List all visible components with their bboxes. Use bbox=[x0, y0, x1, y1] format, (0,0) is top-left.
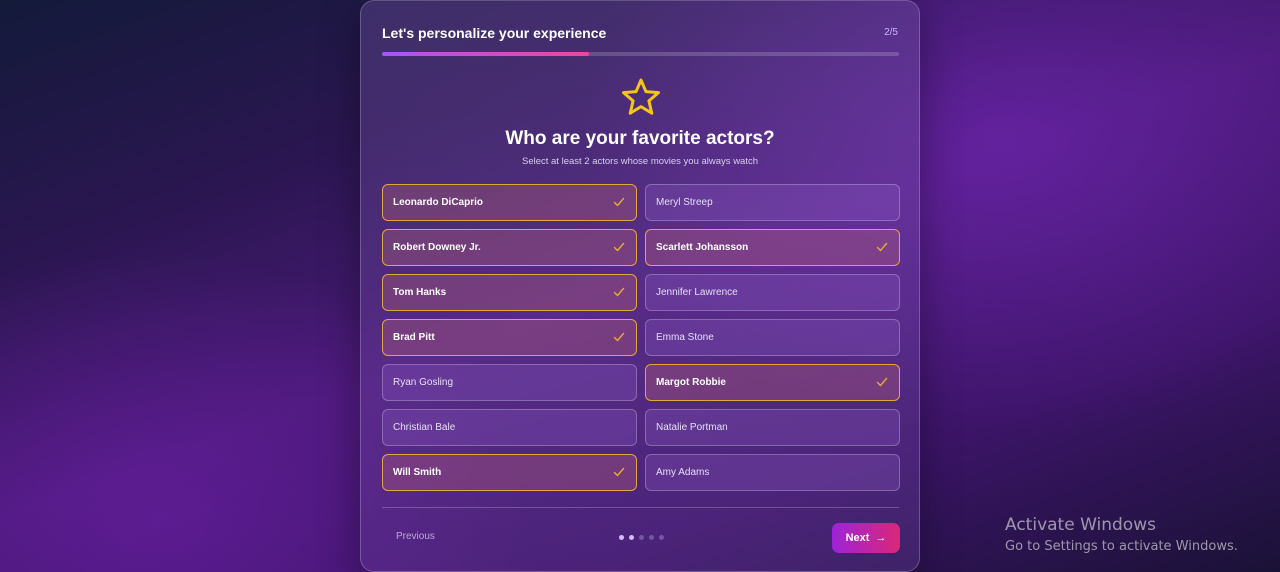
actor-option[interactable]: Scarlett Johansson bbox=[645, 229, 900, 266]
checkmark-icon bbox=[613, 197, 625, 207]
next-button-label: Next bbox=[845, 532, 870, 544]
step-counter: 2/5 bbox=[884, 27, 898, 38]
step-dots bbox=[619, 535, 664, 540]
actor-option[interactable]: Ryan Gosling bbox=[382, 364, 637, 401]
checkmark-icon bbox=[613, 332, 625, 342]
actor-option-label: Margot Robbie bbox=[656, 377, 726, 388]
actor-option[interactable]: Tom Hanks bbox=[382, 274, 637, 311]
actor-option-label: Tom Hanks bbox=[393, 287, 447, 298]
actor-options-grid: Leonardo DiCaprio Meryl Streep Robert Down… bbox=[382, 184, 900, 491]
footer-divider bbox=[382, 507, 899, 508]
actor-option[interactable]: Christian Bale bbox=[382, 409, 637, 446]
actor-option-label: Brad Pitt bbox=[393, 332, 435, 343]
actor-option-label: Meryl Streep bbox=[656, 197, 713, 208]
step-dot bbox=[649, 535, 654, 540]
actor-option-label: Jennifer Lawrence bbox=[656, 287, 738, 298]
checkmark-icon bbox=[876, 377, 888, 387]
watermark-title: Activate Windows bbox=[1005, 515, 1156, 535]
question-subtitle: Select at least 2 actors whose movies yo… bbox=[521, 156, 759, 167]
onboarding-card: Let's personalize your experience 2/5 Wh… bbox=[360, 0, 920, 572]
actor-option-label: Scarlett Johansson bbox=[656, 242, 749, 253]
arrow-right-icon: → bbox=[875, 532, 887, 544]
actor-option[interactable]: Will Smith bbox=[382, 454, 637, 491]
actor-option[interactable]: Emma Stone bbox=[645, 319, 900, 356]
actor-option[interactable]: Robert Downey Jr. bbox=[382, 229, 637, 266]
step-dot bbox=[639, 535, 644, 540]
actor-option-label: Will Smith bbox=[393, 467, 442, 478]
actor-option-label: Ryan Gosling bbox=[393, 377, 454, 388]
actor-option[interactable]: Amy Adams bbox=[645, 454, 900, 491]
actor-option-label: Robert Downey Jr. bbox=[393, 242, 481, 253]
actor-option[interactable]: Natalie Portman bbox=[645, 409, 900, 446]
progress-bar-fill bbox=[382, 52, 589, 56]
watermark-subtitle: Go to Settings to activate Windows. bbox=[1005, 539, 1238, 554]
actor-option[interactable]: Meryl Streep bbox=[645, 184, 900, 221]
checkmark-icon bbox=[613, 467, 625, 477]
step-dot bbox=[619, 535, 624, 540]
step-dot bbox=[629, 535, 634, 540]
star-icon bbox=[622, 78, 660, 115]
windows-activation-watermark: Activate Windows Go to Settings to activ… bbox=[1005, 515, 1238, 554]
actor-option[interactable]: Margot Robbie bbox=[645, 364, 900, 401]
actor-option[interactable]: Jennifer Lawrence bbox=[645, 274, 900, 311]
actor-option-label: Emma Stone bbox=[656, 332, 714, 343]
actor-option-label: Leonardo DiCaprio bbox=[393, 197, 484, 208]
question-title: Who are your favorite actors? bbox=[505, 128, 775, 149]
card-header: Let's personalize your experience 2/5 bbox=[382, 25, 898, 45]
actor-option-label: Christian Bale bbox=[393, 422, 456, 433]
actor-option-label: Amy Adams bbox=[656, 467, 710, 478]
previous-button[interactable]: Previous bbox=[396, 531, 435, 542]
actor-option[interactable]: Leonardo DiCaprio bbox=[382, 184, 637, 221]
actor-option-label: Natalie Portman bbox=[656, 422, 728, 433]
actor-option[interactable]: Brad Pitt bbox=[382, 319, 637, 356]
next-button[interactable]: Next → bbox=[832, 523, 900, 553]
step-dot bbox=[659, 535, 664, 540]
progress-bar bbox=[382, 52, 899, 56]
checkmark-icon bbox=[613, 242, 625, 252]
checkmark-icon bbox=[613, 287, 625, 297]
checkmark-icon bbox=[876, 242, 888, 252]
header-title: Let's personalize your experience bbox=[382, 25, 607, 41]
